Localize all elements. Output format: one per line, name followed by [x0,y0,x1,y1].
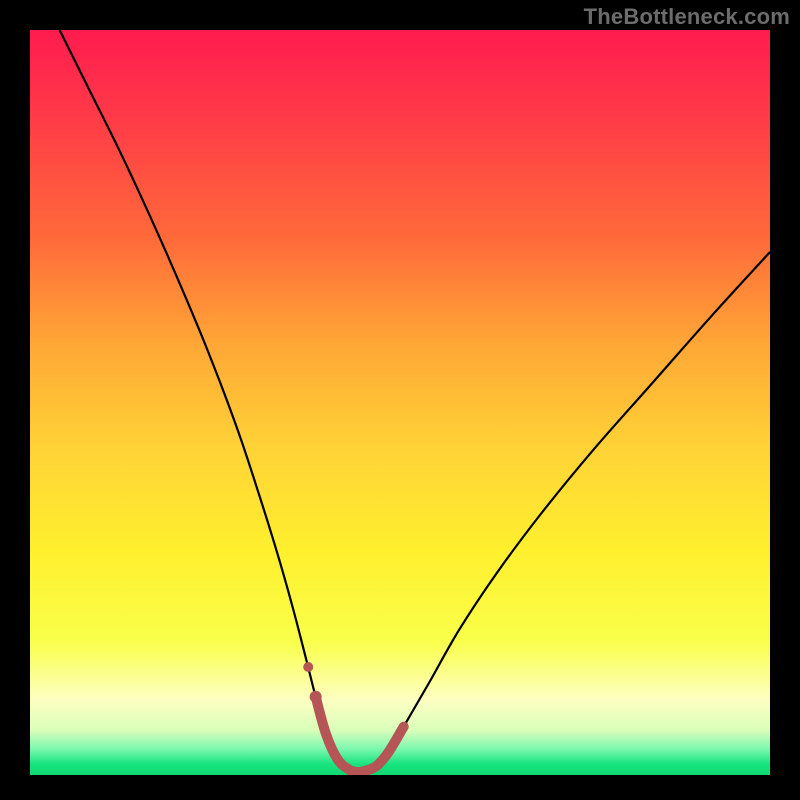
marker-1 [310,691,322,703]
bottleneck-chart [30,30,770,775]
watermark-text: TheBottleneck.com [584,4,790,30]
chart-stage: TheBottleneck.com [0,0,800,800]
gradient-background [30,30,770,775]
marker-0 [303,662,313,672]
